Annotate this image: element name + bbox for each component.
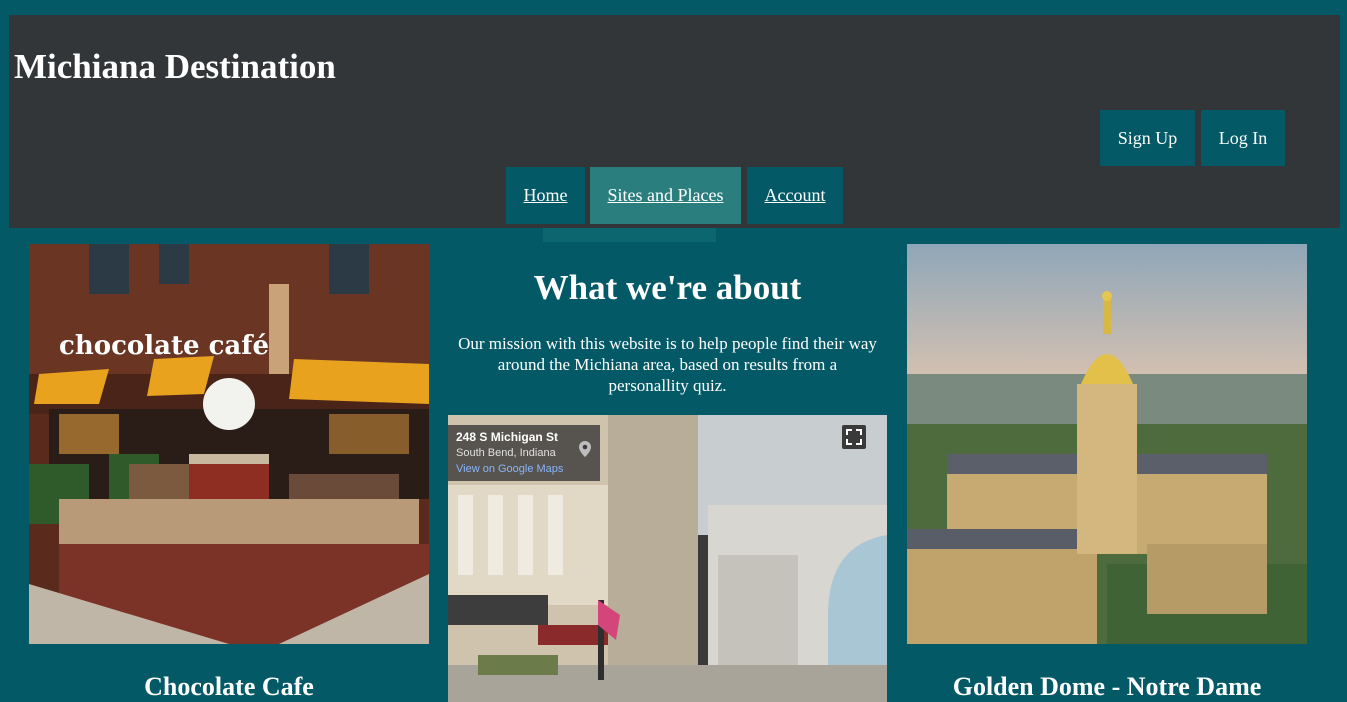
sign-up-button[interactable]: Sign Up (1100, 110, 1195, 166)
chocolate-cafe-caption: Chocolate Cafe (144, 672, 314, 701)
site-header: Michiana Destination Sign Up Log In Home… (9, 15, 1340, 228)
site-title: Michiana Destination (14, 47, 336, 86)
map-city: South Bend, Indiana (456, 447, 556, 459)
map-address: 248 S Michigan St (456, 430, 559, 444)
svg-text:chocolate café: chocolate café (59, 331, 269, 361)
nav-sites-link[interactable]: Sites and Places (590, 167, 741, 224)
about-text: Our mission with this website is to help… (458, 334, 877, 395)
chocolate-cafe-photo: chocolate café (29, 244, 429, 644)
nav-dropdown-shadow (543, 228, 716, 242)
view-on-google-maps-link[interactable]: View on Google Maps (456, 463, 563, 475)
street-view-map[interactable]: 248 S Michigan St South Bend, Indiana Vi… (448, 415, 887, 702)
golden-dome-caption: Golden Dome - Notre Dame (952, 672, 1262, 701)
nav-home-link[interactable]: Home (506, 167, 585, 224)
map-pin-icon (579, 441, 591, 457)
golden-dome-photo (907, 244, 1307, 644)
map-info-card: 248 S Michigan St South Bend, Indiana Vi… (448, 425, 600, 481)
about-title: What we're about (533, 268, 802, 307)
fullscreen-icon[interactable] (842, 425, 866, 449)
nav-account-link[interactable]: Account (747, 167, 843, 224)
log-in-button[interactable]: Log In (1201, 110, 1285, 166)
